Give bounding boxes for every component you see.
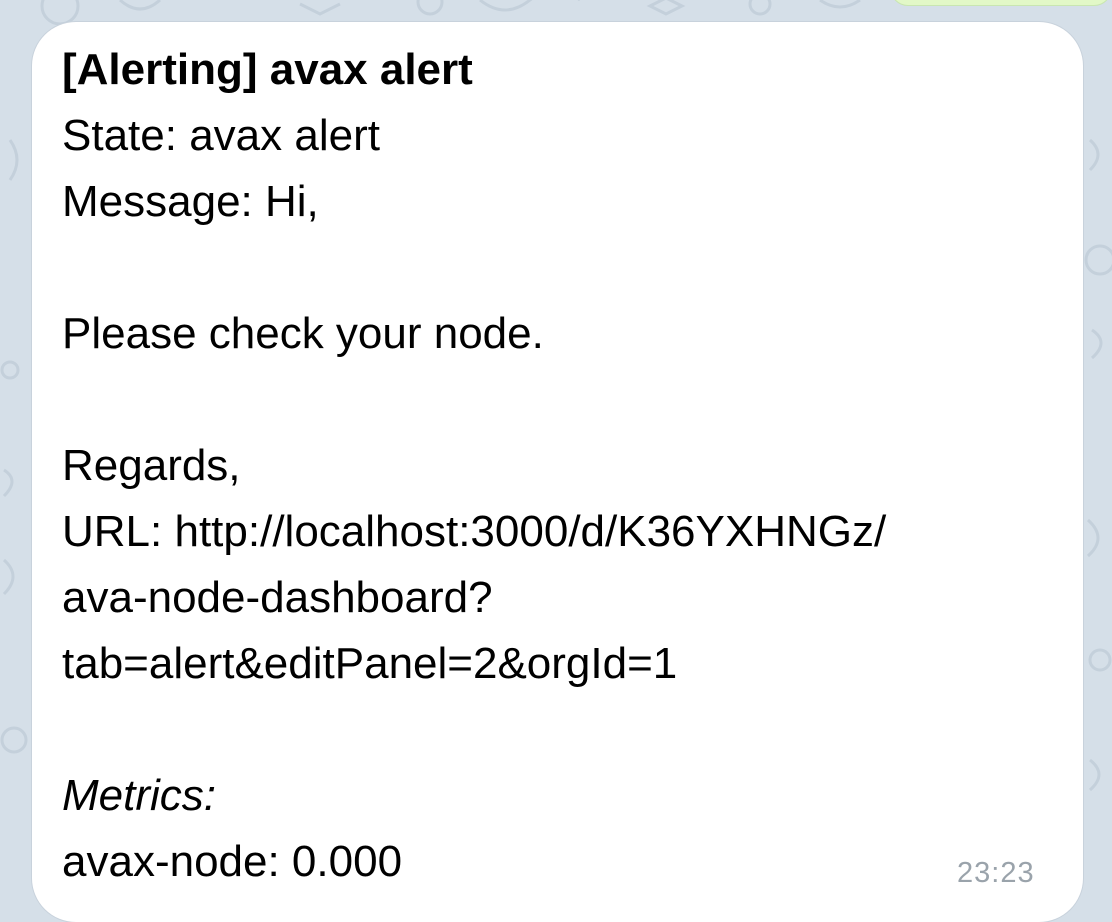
url-continuation-1[interactable]: ava-node-dashboard? (62, 565, 1062, 631)
previous-message-bubble (890, 0, 1112, 6)
dashboard-link[interactable]: http://localhost:3000/d/K36YXHNGz/ (174, 507, 886, 556)
url-label: URL: (62, 507, 175, 556)
metrics-label: Metrics: (62, 771, 216, 820)
state-line: State: avax alert (62, 111, 380, 160)
message-text: [Alerting] avax alert State: avax alert … (62, 37, 1062, 895)
message-timestamp: 23:23 (957, 857, 1035, 889)
check-node-line: Please check your node. (62, 309, 544, 358)
chat-screen: { "message": { "title": "[Alerting] avax… (0, 0, 1112, 922)
message-line: Message: Hi, (62, 177, 319, 226)
alert-title: [Alerting] avax alert (62, 45, 473, 94)
url-line: URL: http://localhost:3000/d/K36YXHNGz/ (62, 499, 1062, 565)
regards-line: Regards, (62, 441, 241, 490)
url-continuation-2[interactable]: tab=alert&editPanel=2&orgId=1 (62, 631, 1062, 697)
metric-value: avax-node: 0.000 (62, 837, 403, 886)
